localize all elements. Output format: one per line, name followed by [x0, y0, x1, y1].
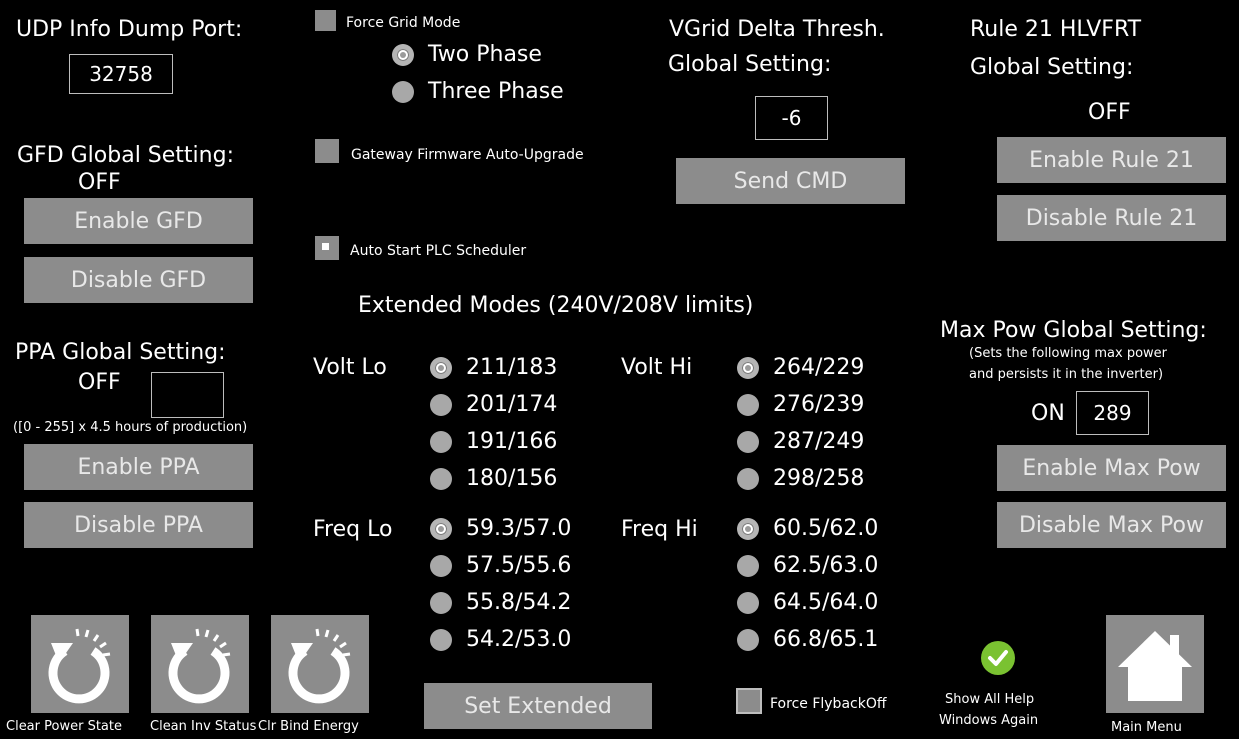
clean-inv-status-tile[interactable] [151, 615, 249, 713]
disable-gfd-button[interactable]: Disable GFD [24, 257, 253, 303]
home-icon [1118, 631, 1192, 701]
volt-hi-radio-2[interactable] [737, 431, 759, 453]
ppa-label: PPA Global Setting: [15, 340, 226, 365]
freq-hi-radio-2[interactable] [737, 592, 759, 614]
auto-start-plc-checkbox[interactable] [315, 236, 339, 260]
freq-lo-option: 57.5/55.6 [466, 553, 572, 578]
maxpow-desc-1: (Sets the following max power [969, 346, 1168, 361]
freq-lo-label: Freq Lo [313, 517, 393, 542]
volt-lo-option: 211/183 [466, 355, 558, 380]
ppa-status: OFF [78, 370, 121, 395]
enable-rule21-button[interactable]: Enable Rule 21 [997, 137, 1226, 183]
auto-start-plc-label: Auto Start PLC Scheduler [350, 243, 527, 259]
freq-hi-radio-0[interactable] [737, 518, 759, 540]
clear-power-state-tile[interactable] [31, 615, 129, 713]
maxpow-value-field[interactable]: 289 [1076, 391, 1149, 435]
freq-hi-option: 64.5/64.0 [773, 590, 879, 615]
disable-maxpow-button[interactable]: Disable Max Pow [997, 502, 1226, 548]
freq-hi-radio-1[interactable] [737, 555, 759, 577]
three-phase-radio[interactable] [392, 81, 414, 103]
force-grid-mode-checkbox[interactable] [315, 10, 336, 31]
reset-icon [168, 628, 231, 704]
volt-hi-option: 287/249 [773, 429, 865, 454]
freq-hi-option: 66.8/65.1 [773, 627, 879, 652]
clr-bind-energy-label: Clr Bind Energy [258, 719, 359, 734]
two-phase-radio[interactable] [392, 44, 414, 66]
show-help-line-2: Windows Again [939, 713, 1039, 728]
freq-lo-radio-3[interactable] [430, 629, 452, 651]
clean-inv-status-label: Clean Inv Status [150, 719, 257, 734]
volt-lo-radio-2[interactable] [430, 431, 452, 453]
gfd-status: OFF [78, 170, 121, 195]
maxpow-title: Max Pow Global Setting: [940, 318, 1207, 343]
maxpow-desc-2: and persists it in the inverter) [969, 367, 1164, 382]
extended-modes-title: Extended Modes (240V/208V limits) [358, 293, 754, 318]
freq-lo-option: 55.8/54.2 [466, 590, 572, 615]
main-menu-tile[interactable] [1106, 615, 1204, 713]
enable-gfd-button[interactable]: Enable GFD [24, 198, 253, 244]
clr-bind-energy-tile[interactable] [271, 615, 369, 713]
volt-hi-option: 264/229 [773, 355, 865, 380]
freq-hi-radio-3[interactable] [737, 629, 759, 651]
show-help-line-1: Show All Help [945, 692, 1035, 707]
volt-hi-option: 276/239 [773, 392, 865, 417]
gateway-autoupgrade-label: Gateway Firmware Auto-Upgrade [351, 147, 584, 163]
volt-hi-radio-1[interactable] [737, 394, 759, 416]
ppa-value-field[interactable] [151, 372, 224, 418]
volt-lo-option: 191/166 [466, 429, 558, 454]
enable-maxpow-button[interactable]: Enable Max Pow [997, 445, 1226, 491]
volt-lo-label: Volt Lo [313, 355, 387, 380]
two-phase-label: Two Phase [428, 42, 542, 67]
maxpow-status: ON [1031, 401, 1065, 426]
volt-lo-radio-1[interactable] [430, 394, 452, 416]
volt-hi-radio-0[interactable] [737, 357, 759, 379]
force-grid-mode-label: Force Grid Mode [346, 15, 461, 31]
main-menu-label: Main Menu [1111, 720, 1182, 735]
volt-lo-option: 180/156 [466, 466, 558, 491]
udp-label: UDP Info Dump Port: [16, 17, 243, 42]
vgrid-title: VGrid Delta Thresh. [669, 17, 885, 42]
enable-ppa-button[interactable]: Enable PPA [24, 444, 253, 490]
freq-lo-radio-2[interactable] [430, 592, 452, 614]
gfd-label: GFD Global Setting: [17, 143, 234, 168]
three-phase-label: Three Phase [428, 79, 564, 104]
volt-hi-radio-3[interactable] [737, 468, 759, 490]
gateway-autoupgrade-checkbox[interactable] [315, 139, 339, 163]
freq-hi-option: 60.5/62.0 [773, 516, 879, 541]
checkmark-icon[interactable] [980, 640, 1016, 676]
volt-lo-radio-3[interactable] [430, 468, 452, 490]
freq-lo-radio-0[interactable] [430, 518, 452, 540]
rule21-status: OFF [1088, 100, 1131, 125]
volt-lo-radio-0[interactable] [430, 357, 452, 379]
freq-lo-option: 59.3/57.0 [466, 516, 572, 541]
reset-icon [288, 628, 351, 704]
clear-power-state-label: Clear Power State [6, 719, 122, 734]
disable-rule21-button[interactable]: Disable Rule 21 [997, 195, 1226, 241]
freq-hi-option: 62.5/63.0 [773, 553, 879, 578]
rule21-subtitle: Global Setting: [970, 55, 1134, 80]
volt-hi-option: 298/258 [773, 466, 865, 491]
vgrid-threshold-field[interactable]: -6 [755, 96, 828, 140]
rule21-title: Rule 21 HLVFRT [970, 17, 1142, 42]
freq-lo-radio-1[interactable] [430, 555, 452, 577]
ppa-note: ([0 - 255] x 4.5 hours of production) [13, 420, 248, 435]
udp-port-field[interactable]: 32758 [69, 54, 173, 94]
force-flyback-off-label: Force FlybackOff [770, 696, 887, 712]
reset-icon [48, 628, 111, 704]
freq-hi-label: Freq Hi [621, 517, 698, 542]
volt-hi-label: Volt Hi [621, 355, 693, 380]
disable-ppa-button[interactable]: Disable PPA [24, 502, 253, 548]
force-flyback-off-checkbox[interactable] [736, 688, 762, 714]
send-cmd-button[interactable]: Send CMD [676, 158, 905, 204]
set-extended-button[interactable]: Set Extended [424, 683, 652, 729]
freq-lo-option: 54.2/53.0 [466, 627, 572, 652]
volt-lo-option: 201/174 [466, 392, 558, 417]
vgrid-subtitle: Global Setting: [668, 52, 832, 77]
